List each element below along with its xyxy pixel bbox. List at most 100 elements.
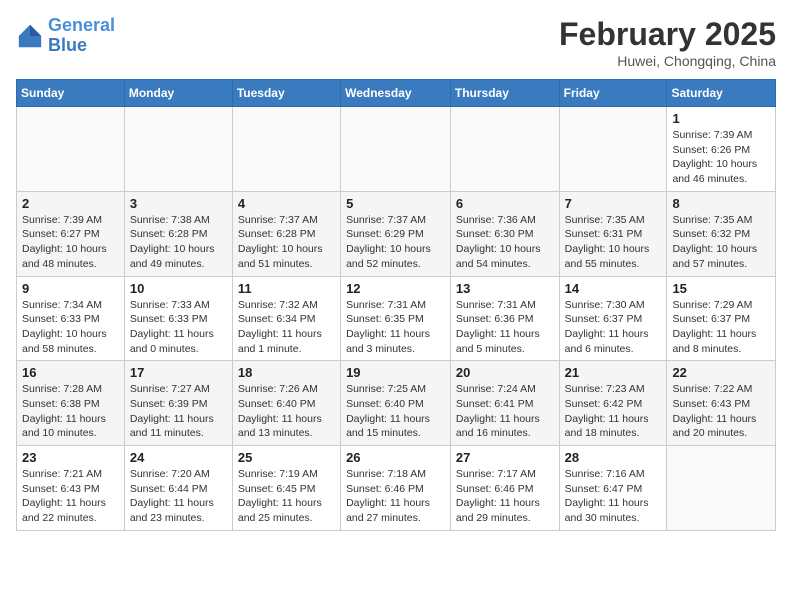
calendar-cell (667, 446, 776, 531)
day-detail: Sunrise: 7:37 AM Sunset: 6:29 PM Dayligh… (346, 213, 445, 272)
day-detail: Sunrise: 7:25 AM Sunset: 6:40 PM Dayligh… (346, 382, 445, 441)
weekday-header-thursday: Thursday (450, 80, 559, 107)
calendar-cell: 9 Sunrise: 7:34 AM Sunset: 6:33 PM Daylig… (17, 276, 125, 361)
title-section: February 2025 Huwei, Chongqing, China (559, 16, 776, 69)
logo-text: General Blue (48, 16, 115, 56)
calendar-week-4: 23 Sunrise: 7:21 AM Sunset: 6:43 PM Dayli… (17, 446, 776, 531)
weekday-header-row: SundayMondayTuesdayWednesdayThursdayFrid… (17, 80, 776, 107)
day-number: 26 (346, 450, 445, 465)
calendar-cell: 4 Sunrise: 7:37 AM Sunset: 6:28 PM Daylig… (232, 191, 340, 276)
day-detail: Sunrise: 7:23 AM Sunset: 6:42 PM Dayligh… (565, 382, 662, 441)
calendar-cell: 21 Sunrise: 7:23 AM Sunset: 6:42 PM Dayli… (559, 361, 667, 446)
calendar-cell (450, 107, 559, 192)
day-detail: Sunrise: 7:35 AM Sunset: 6:32 PM Dayligh… (672, 213, 770, 272)
day-detail: Sunrise: 7:24 AM Sunset: 6:41 PM Dayligh… (456, 382, 554, 441)
calendar-cell: 19 Sunrise: 7:25 AM Sunset: 6:40 PM Dayli… (341, 361, 451, 446)
day-detail: Sunrise: 7:30 AM Sunset: 6:37 PM Dayligh… (565, 298, 662, 357)
calendar-cell (341, 107, 451, 192)
day-detail: Sunrise: 7:34 AM Sunset: 6:33 PM Dayligh… (22, 298, 119, 357)
day-number: 10 (130, 281, 227, 296)
day-detail: Sunrise: 7:21 AM Sunset: 6:43 PM Dayligh… (22, 467, 119, 526)
day-detail: Sunrise: 7:22 AM Sunset: 6:43 PM Dayligh… (672, 382, 770, 441)
calendar-cell: 8Sunrise: 7:35 AM Sunset: 6:32 PM Daylig… (667, 191, 776, 276)
day-number: 4 (238, 196, 335, 211)
weekday-header-wednesday: Wednesday (341, 80, 451, 107)
calendar-cell: 7Sunrise: 7:35 AM Sunset: 6:31 PM Daylig… (559, 191, 667, 276)
calendar-cell: 27Sunrise: 7:17 AM Sunset: 6:46 PM Dayli… (450, 446, 559, 531)
day-number: 24 (130, 450, 227, 465)
day-number: 19 (346, 365, 445, 380)
calendar-week-3: 16 Sunrise: 7:28 AM Sunset: 6:38 PM Dayli… (17, 361, 776, 446)
day-number: 21 (565, 365, 662, 380)
day-detail: Sunrise: 7:39 AM Sunset: 6:26 PM Dayligh… (672, 128, 770, 187)
day-detail: Sunrise: 7:36 AM Sunset: 6:30 PM Dayligh… (456, 213, 554, 272)
month-year-title: February 2025 (559, 16, 776, 53)
calendar-cell: 11 Sunrise: 7:32 AM Sunset: 6:34 PM Dayli… (232, 276, 340, 361)
day-detail: Sunrise: 7:27 AM Sunset: 6:39 PM Dayligh… (130, 382, 227, 441)
day-number: 12 (346, 281, 445, 296)
day-number: 3 (130, 196, 227, 211)
day-number: 20 (456, 365, 554, 380)
calendar-cell: 13Sunrise: 7:31 AM Sunset: 6:36 PM Dayli… (450, 276, 559, 361)
day-number: 15 (672, 281, 770, 296)
page-header: General Blue February 2025 Huwei, Chongq… (16, 16, 776, 69)
calendar-cell (17, 107, 125, 192)
logo: General Blue (16, 16, 115, 56)
day-number: 5 (346, 196, 445, 211)
calendar-body: 1 Sunrise: 7:39 AM Sunset: 6:26 PM Daylig… (17, 107, 776, 531)
day-detail: Sunrise: 7:29 AM Sunset: 6:37 PM Dayligh… (672, 298, 770, 357)
day-number: 11 (238, 281, 335, 296)
day-number: 7 (565, 196, 662, 211)
calendar-cell: 22Sunrise: 7:22 AM Sunset: 6:43 PM Dayli… (667, 361, 776, 446)
day-detail: Sunrise: 7:18 AM Sunset: 6:46 PM Dayligh… (346, 467, 445, 526)
day-detail: Sunrise: 7:20 AM Sunset: 6:44 PM Dayligh… (130, 467, 227, 526)
day-number: 13 (456, 281, 554, 296)
day-number: 27 (456, 450, 554, 465)
day-detail: Sunrise: 7:28 AM Sunset: 6:38 PM Dayligh… (22, 382, 119, 441)
day-detail: Sunrise: 7:33 AM Sunset: 6:33 PM Dayligh… (130, 298, 227, 357)
day-detail: Sunrise: 7:32 AM Sunset: 6:34 PM Dayligh… (238, 298, 335, 357)
calendar-cell (124, 107, 232, 192)
day-detail: Sunrise: 7:19 AM Sunset: 6:45 PM Dayligh… (238, 467, 335, 526)
calendar-cell (232, 107, 340, 192)
calendar-table: SundayMondayTuesdayWednesdayThursdayFrid… (16, 79, 776, 531)
day-number: 6 (456, 196, 554, 211)
day-detail: Sunrise: 7:37 AM Sunset: 6:28 PM Dayligh… (238, 213, 335, 272)
day-number: 16 (22, 365, 119, 380)
day-detail: Sunrise: 7:16 AM Sunset: 6:47 PM Dayligh… (565, 467, 662, 526)
day-number: 9 (22, 281, 119, 296)
calendar-cell (559, 107, 667, 192)
calendar-cell: 6 Sunrise: 7:36 AM Sunset: 6:30 PM Daylig… (450, 191, 559, 276)
weekday-header-monday: Monday (124, 80, 232, 107)
day-number: 18 (238, 365, 335, 380)
logo-icon (16, 22, 44, 50)
day-detail: Sunrise: 7:31 AM Sunset: 6:35 PM Dayligh… (346, 298, 445, 357)
calendar-cell: 5 Sunrise: 7:37 AM Sunset: 6:29 PM Daylig… (341, 191, 451, 276)
calendar-week-0: 1 Sunrise: 7:39 AM Sunset: 6:26 PM Daylig… (17, 107, 776, 192)
calendar-cell: 18Sunrise: 7:26 AM Sunset: 6:40 PM Dayli… (232, 361, 340, 446)
weekday-header-saturday: Saturday (667, 80, 776, 107)
calendar-cell: 23 Sunrise: 7:21 AM Sunset: 6:43 PM Dayli… (17, 446, 125, 531)
calendar-cell: 16 Sunrise: 7:28 AM Sunset: 6:38 PM Dayli… (17, 361, 125, 446)
day-number: 23 (22, 450, 119, 465)
calendar-cell: 24 Sunrise: 7:20 AM Sunset: 6:44 PM Dayli… (124, 446, 232, 531)
day-number: 17 (130, 365, 227, 380)
weekday-header-tuesday: Tuesday (232, 80, 340, 107)
day-detail: Sunrise: 7:39 AM Sunset: 6:27 PM Dayligh… (22, 213, 119, 272)
calendar-cell: 2 Sunrise: 7:39 AM Sunset: 6:27 PM Daylig… (17, 191, 125, 276)
day-number: 2 (22, 196, 119, 211)
location-subtitle: Huwei, Chongqing, China (559, 53, 776, 69)
calendar-cell: 15 Sunrise: 7:29 AM Sunset: 6:37 PM Dayli… (667, 276, 776, 361)
calendar-week-2: 9 Sunrise: 7:34 AM Sunset: 6:33 PM Daylig… (17, 276, 776, 361)
calendar-cell: 17 Sunrise: 7:27 AM Sunset: 6:39 PM Dayli… (124, 361, 232, 446)
calendar-cell: 3 Sunrise: 7:38 AM Sunset: 6:28 PM Daylig… (124, 191, 232, 276)
calendar-week-1: 2 Sunrise: 7:39 AM Sunset: 6:27 PM Daylig… (17, 191, 776, 276)
day-detail: Sunrise: 7:38 AM Sunset: 6:28 PM Dayligh… (130, 213, 227, 272)
calendar-cell: 20 Sunrise: 7:24 AM Sunset: 6:41 PM Dayli… (450, 361, 559, 446)
calendar-cell: 25Sunrise: 7:19 AM Sunset: 6:45 PM Dayli… (232, 446, 340, 531)
calendar-cell: 1 Sunrise: 7:39 AM Sunset: 6:26 PM Daylig… (667, 107, 776, 192)
day-number: 14 (565, 281, 662, 296)
calendar-cell: 26 Sunrise: 7:18 AM Sunset: 6:46 PM Dayli… (341, 446, 451, 531)
day-number: 1 (672, 111, 770, 126)
calendar-cell: 28Sunrise: 7:16 AM Sunset: 6:47 PM Dayli… (559, 446, 667, 531)
